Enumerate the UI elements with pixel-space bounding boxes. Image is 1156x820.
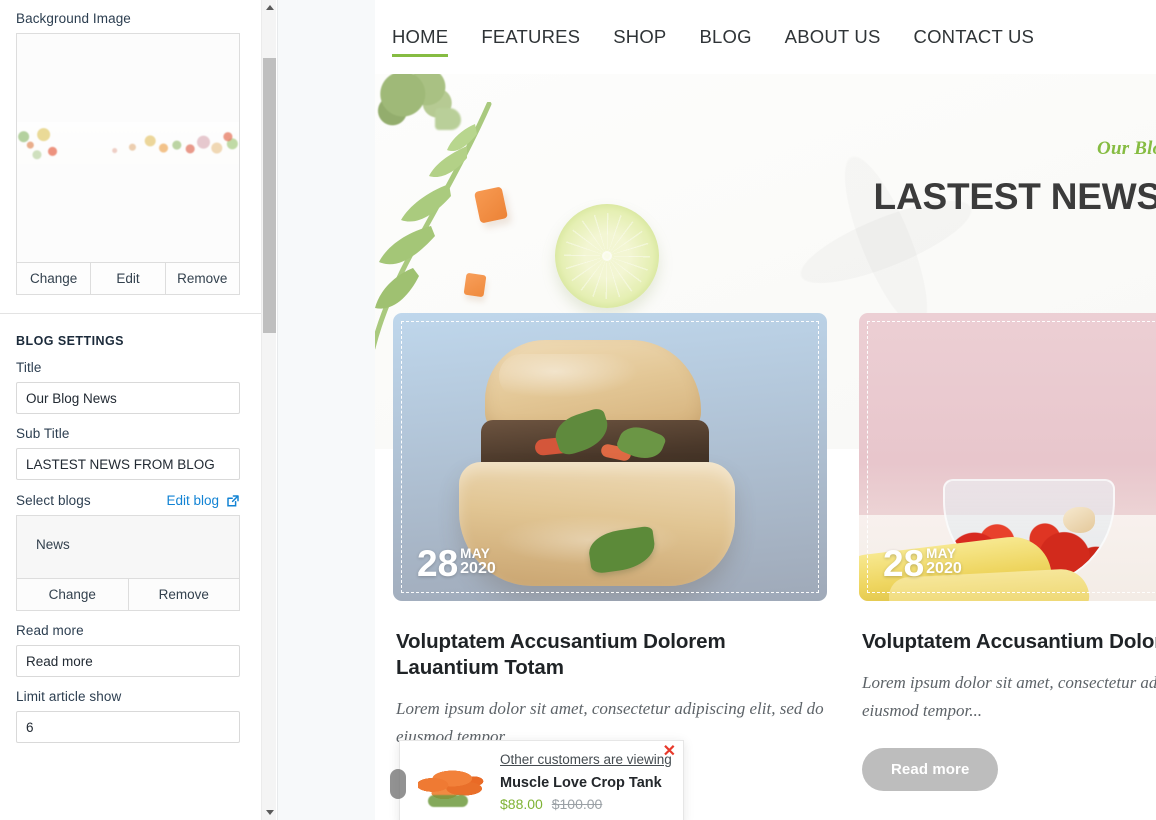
popup-original-price: $100.00: [551, 796, 603, 812]
background-image-actions: Change Edit Remove: [17, 262, 239, 294]
edit-blog-link[interactable]: Edit blog: [166, 493, 240, 508]
product-thumbnail[interactable]: [412, 749, 490, 815]
blog-settings-heading: BLOG SETTINGS: [16, 334, 124, 348]
select-blogs-label: Select blogs: [16, 493, 91, 508]
select-blogs-row: Select blogs Edit blog: [16, 493, 240, 508]
carrot-cube-image: [463, 272, 487, 298]
background-image-group: Background Image Change Edit Remove: [0, 11, 261, 295]
background-image-thumbnail[interactable]: [17, 34, 239, 262]
limit-article-input[interactable]: [16, 711, 240, 743]
sidebar-divider: [0, 313, 261, 314]
blog-date-badge: 28 MAY 2020: [417, 542, 496, 584]
website-preview: HOME FEATURES SHOP BLOG ABOUT US CONTACT…: [375, 0, 1156, 820]
blog-date-month: MAY: [926, 545, 957, 561]
scroll-down-arrow-icon[interactable]: [262, 805, 277, 820]
subtitle-input[interactable]: [16, 448, 240, 480]
sales-notification-popup[interactable]: Other customers are viewing Muscle Love …: [390, 740, 684, 820]
blog-card-image[interactable]: 28 MAY 2020: [393, 313, 827, 601]
blog-remove-button[interactable]: Remove: [127, 579, 239, 610]
sandwich-photo: [451, 334, 751, 592]
blog-date-day: 28: [883, 542, 925, 584]
app-root: Background Image Change Edit Remove BLOG…: [0, 0, 1156, 820]
blog-date-badge: 28 MAY 2020: [883, 542, 962, 584]
hero-text-block: Our Blog News LASTEST NEWS FR: [660, 138, 1156, 218]
fruit-slice-shape: [1063, 507, 1095, 533]
nav-item-blog[interactable]: BLOG: [699, 26, 770, 48]
popup-body: Other customers are viewing Muscle Love …: [500, 752, 673, 812]
nav-item-features[interactable]: FEATURES: [481, 26, 599, 48]
selected-blogs-box: News Change Remove: [16, 515, 240, 611]
food-photo-strip: [17, 122, 239, 164]
popup-product-name[interactable]: Muscle Love Crop Tank: [500, 775, 673, 791]
lobster-product-image: [418, 761, 484, 807]
background-edit-button[interactable]: Edit: [90, 263, 165, 294]
popup-sale-price: $88.00: [500, 796, 543, 812]
edit-blog-link-label: Edit blog: [166, 493, 219, 508]
blog-card[interactable]: 28 MAY 2020 Voluptatem Accusantium Dolor…: [859, 313, 1156, 792]
blog-card-title[interactable]: Voluptatem Accusantium Dolorem Lauantium…: [396, 629, 827, 681]
blog-date-year: 2020: [460, 560, 496, 578]
site-navigation: HOME FEATURES SHOP BLOG ABOUT US CONTACT…: [375, 0, 1156, 74]
blog-card-title[interactable]: Voluptatem Accusantium Dolorem Totam: [862, 629, 1156, 655]
blog-card-list: 28 MAY 2020 Voluptatem Accusantium Dolor…: [393, 313, 1156, 792]
limit-article-label: Limit article show: [16, 689, 122, 704]
read-more-input[interactable]: [16, 645, 240, 677]
nav-item-about-us[interactable]: ABOUT US: [785, 26, 900, 48]
background-remove-button[interactable]: Remove: [164, 263, 239, 294]
nav-item-home[interactable]: HOME: [392, 26, 467, 57]
blog-settings-group: Title Sub Title Select blogs Edit blog: [0, 360, 261, 743]
sidebar-scrollbar-thumb[interactable]: [263, 58, 276, 333]
popup-kicker-link[interactable]: Other customers are viewing: [500, 752, 673, 767]
background-image-label: Background Image: [16, 11, 131, 26]
sidebar-scrollbar[interactable]: [261, 0, 276, 820]
blog-card-image[interactable]: 28 MAY 2020: [859, 313, 1156, 601]
blog-card-excerpt: Lorem ipsum dolor sit amet, consectetur …: [862, 673, 1156, 720]
selected-blogs-list: News: [17, 516, 239, 578]
external-link-icon: [226, 494, 240, 508]
popup-drag-handle[interactable]: [390, 769, 406, 799]
read-more-button[interactable]: Read more: [862, 748, 999, 792]
settings-sidebar: Background Image Change Edit Remove BLOG…: [0, 0, 261, 820]
blog-date-year: 2020: [926, 560, 962, 578]
read-more-field-label: Read more: [16, 623, 84, 638]
scroll-up-arrow-icon[interactable]: [262, 0, 277, 15]
nav-item-contact-us[interactable]: CONTACT US: [914, 26, 1054, 48]
blog-date-month: MAY: [460, 545, 491, 561]
title-field-label: Title: [16, 360, 42, 375]
blog-date-day: 28: [417, 542, 459, 584]
hero-eyebrow: Our Blog News: [1097, 138, 1156, 159]
background-image-preview-wrap: Change Edit Remove: [16, 33, 240, 295]
selected-blog-item[interactable]: News: [36, 537, 239, 552]
background-change-button[interactable]: Change: [17, 263, 91, 294]
nav-item-shop[interactable]: SHOP: [613, 26, 685, 48]
blog-card[interactable]: 28 MAY 2020 Voluptatem Accusantium Dolor…: [393, 313, 827, 791]
popup-price-row: $88.00 $100.00: [500, 796, 673, 812]
title-input[interactable]: [16, 382, 240, 414]
blog-change-button[interactable]: Change: [17, 579, 128, 610]
lime-slice-image: [555, 204, 659, 308]
hero-title: LASTEST NEWS FR: [873, 176, 1156, 217]
close-icon[interactable]: ✕: [663, 744, 676, 760]
selected-blogs-actions: Change Remove: [17, 578, 239, 610]
subtitle-field-label: Sub Title: [16, 426, 70, 441]
canvas-gutter: [277, 0, 375, 820]
